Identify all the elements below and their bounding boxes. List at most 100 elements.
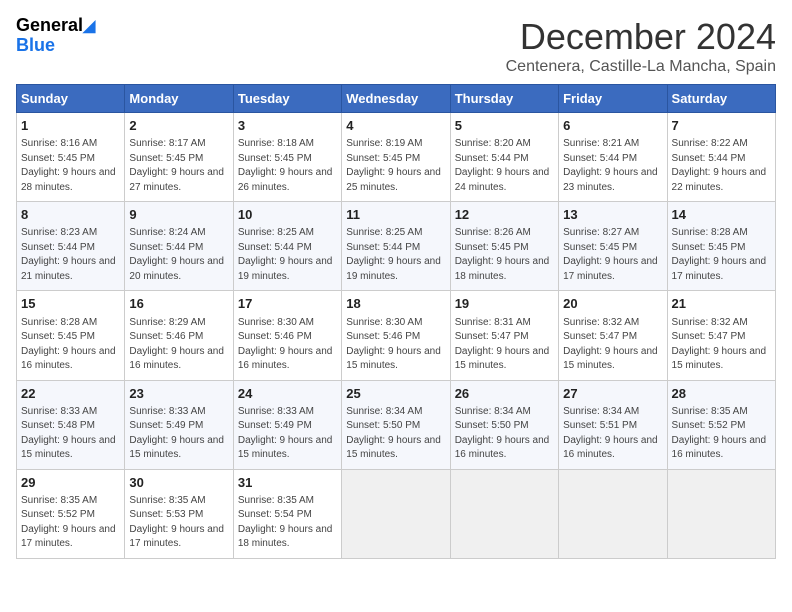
calendar-day-cell: 2 Sunrise: 8:17 AMSunset: 5:45 PMDaylight… — [125, 113, 233, 202]
day-number: 3 — [238, 117, 337, 135]
day-number: 31 — [238, 474, 337, 492]
month-title: December 2024 — [506, 16, 776, 58]
day-number: 20 — [563, 295, 662, 313]
calendar-week-row: 8 Sunrise: 8:23 AMSunset: 5:44 PMDaylight… — [17, 202, 776, 291]
calendar-day-cell — [559, 469, 667, 558]
day-info: Sunrise: 8:16 AMSunset: 5:45 PMDaylight:… — [21, 137, 120, 195]
day-info: Sunrise: 8:29 AMSunset: 5:46 PMDaylight:… — [129, 316, 228, 374]
day-number: 6 — [563, 117, 662, 135]
day-number: 12 — [455, 206, 554, 224]
calendar-table: SundayMondayTuesdayWednesdayThursdayFrid… — [16, 84, 776, 559]
calendar-week-row: 22Sunrise: 8:33 AMSunset: 5:48 PMDayligh… — [17, 380, 776, 469]
calendar-day-cell: 15Sunrise: 8:28 AMSunset: 5:45 PMDayligh… — [17, 291, 125, 380]
day-info: Sunrise: 8:30 AMSunset: 5:46 PMDaylight:… — [346, 316, 445, 374]
logo: General◢ Blue — [16, 16, 95, 56]
calendar-day-cell: 23Sunrise: 8:33 AMSunset: 5:49 PMDayligh… — [125, 380, 233, 469]
day-number: 4 — [346, 117, 445, 135]
day-number: 11 — [346, 206, 445, 224]
day-info: Sunrise: 8:35 AMSunset: 5:54 PMDaylight:… — [238, 494, 337, 552]
weekday-header: Sunday — [17, 85, 125, 113]
day-info: Sunrise: 8:24 AMSunset: 5:44 PMDaylight:… — [129, 226, 228, 284]
day-number: 9 — [129, 206, 228, 224]
title-section: December 2024 Centenera, Castille-La Man… — [506, 16, 776, 76]
day-info: Sunrise: 8:33 AMSunset: 5:49 PMDaylight:… — [129, 405, 228, 463]
calendar-day-cell: 21 Sunrise: 8:32 AMSunset: 5:47 PMDayligh… — [667, 291, 775, 380]
day-number: 26 — [455, 385, 554, 403]
header: General◢ Blue December 2024 Centenera, C… — [16, 16, 776, 76]
day-number: 2 — [129, 117, 228, 135]
calendar-day-cell: 20 Sunrise: 8:32 AMSunset: 5:47 PMDayligh… — [559, 291, 667, 380]
day-number: 18 — [346, 295, 445, 313]
calendar-day-cell: 27 Sunrise: 8:34 AMSunset: 5:51 PMDayligh… — [559, 380, 667, 469]
logo-general: General◢ — [16, 16, 95, 36]
weekday-header: Thursday — [450, 85, 558, 113]
day-number: 27 — [563, 385, 662, 403]
day-number: 16 — [129, 295, 228, 313]
calendar-day-cell: 4Sunrise: 8:19 AMSunset: 5:45 PMDaylight… — [342, 113, 450, 202]
day-info: Sunrise: 8:34 AMSunset: 5:50 PMDaylight:… — [455, 405, 554, 463]
calendar-day-cell: 11 Sunrise: 8:25 AMSunset: 5:44 PMDayligh… — [342, 202, 450, 291]
calendar-day-cell: 18 Sunrise: 8:30 AMSunset: 5:46 PMDayligh… — [342, 291, 450, 380]
day-info: Sunrise: 8:32 AMSunset: 5:47 PMDaylight:… — [563, 316, 662, 374]
day-number: 17 — [238, 295, 337, 313]
day-info: Sunrise: 8:35 AMSunset: 5:52 PMDaylight:… — [672, 405, 771, 463]
day-info: Sunrise: 8:20 AMSunset: 5:44 PMDaylight:… — [455, 137, 554, 195]
weekday-header: Monday — [125, 85, 233, 113]
day-info: Sunrise: 8:33 AMSunset: 5:49 PMDaylight:… — [238, 405, 337, 463]
weekday-header: Friday — [559, 85, 667, 113]
calendar-day-cell: 25 Sunrise: 8:34 AMSunset: 5:50 PMDayligh… — [342, 380, 450, 469]
calendar-day-cell: 22Sunrise: 8:33 AMSunset: 5:48 PMDayligh… — [17, 380, 125, 469]
day-info: Sunrise: 8:17 AMSunset: 5:45 PMDaylight:… — [129, 137, 228, 195]
day-info: Sunrise: 8:22 AMSunset: 5:44 PMDaylight:… — [672, 137, 771, 195]
calendar-body: 1 Sunrise: 8:16 AMSunset: 5:45 PMDaylight… — [17, 113, 776, 559]
calendar-day-cell: 30 Sunrise: 8:35 AMSunset: 5:53 PMDayligh… — [125, 469, 233, 558]
calendar-day-cell: 5 Sunrise: 8:20 AMSunset: 5:44 PMDaylight… — [450, 113, 558, 202]
calendar-day-cell: 29Sunrise: 8:35 AMSunset: 5:52 PMDayligh… — [17, 469, 125, 558]
day-number: 1 — [21, 117, 120, 135]
weekday-header: Tuesday — [233, 85, 341, 113]
day-info: Sunrise: 8:35 AMSunset: 5:53 PMDaylight:… — [129, 494, 228, 552]
day-info: Sunrise: 8:34 AMSunset: 5:51 PMDaylight:… — [563, 405, 662, 463]
day-info: Sunrise: 8:28 AMSunset: 5:45 PMDaylight:… — [672, 226, 771, 284]
calendar-day-cell: 13 Sunrise: 8:27 AMSunset: 5:45 PMDayligh… — [559, 202, 667, 291]
day-number: 24 — [238, 385, 337, 403]
calendar-day-cell — [342, 469, 450, 558]
logo-blue: Blue — [16, 36, 95, 56]
weekday-header: Saturday — [667, 85, 775, 113]
day-info: Sunrise: 8:21 AMSunset: 5:44 PMDaylight:… — [563, 137, 662, 195]
calendar-day-cell — [667, 469, 775, 558]
day-number: 14 — [672, 206, 771, 224]
location-title: Centenera, Castille-La Mancha, Spain — [506, 58, 776, 76]
day-number: 22 — [21, 385, 120, 403]
calendar-day-cell: 1 Sunrise: 8:16 AMSunset: 5:45 PMDaylight… — [17, 113, 125, 202]
calendar-day-cell — [450, 469, 558, 558]
day-number: 25 — [346, 385, 445, 403]
day-number: 21 — [672, 295, 771, 313]
calendar-day-cell: 16 Sunrise: 8:29 AMSunset: 5:46 PMDayligh… — [125, 291, 233, 380]
calendar-day-cell: 14 Sunrise: 8:28 AMSunset: 5:45 PMDayligh… — [667, 202, 775, 291]
day-info: Sunrise: 8:23 AMSunset: 5:44 PMDaylight:… — [21, 226, 120, 284]
day-number: 10 — [238, 206, 337, 224]
weekday-row: SundayMondayTuesdayWednesdayThursdayFrid… — [17, 85, 776, 113]
calendar-day-cell: 10 Sunrise: 8:25 AMSunset: 5:44 PMDayligh… — [233, 202, 341, 291]
day-info: Sunrise: 8:27 AMSunset: 5:45 PMDaylight:… — [563, 226, 662, 284]
day-number: 13 — [563, 206, 662, 224]
day-info: Sunrise: 8:25 AMSunset: 5:44 PMDaylight:… — [238, 226, 337, 284]
day-info: Sunrise: 8:32 AMSunset: 5:47 PMDaylight:… — [672, 316, 771, 374]
day-number: 28 — [672, 385, 771, 403]
day-info: Sunrise: 8:35 AMSunset: 5:52 PMDaylight:… — [21, 494, 120, 552]
calendar-day-cell: 9 Sunrise: 8:24 AMSunset: 5:44 PMDaylight… — [125, 202, 233, 291]
calendar-week-row: 15Sunrise: 8:28 AMSunset: 5:45 PMDayligh… — [17, 291, 776, 380]
day-number: 5 — [455, 117, 554, 135]
day-number: 8 — [21, 206, 120, 224]
day-number: 7 — [672, 117, 771, 135]
calendar-week-row: 29Sunrise: 8:35 AMSunset: 5:52 PMDayligh… — [17, 469, 776, 558]
day-info: Sunrise: 8:25 AMSunset: 5:44 PMDaylight:… — [346, 226, 445, 284]
day-info: Sunrise: 8:31 AMSunset: 5:47 PMDaylight:… — [455, 316, 554, 374]
day-info: Sunrise: 8:34 AMSunset: 5:50 PMDaylight:… — [346, 405, 445, 463]
day-number: 30 — [129, 474, 228, 492]
day-number: 19 — [455, 295, 554, 313]
calendar-day-cell: 24 Sunrise: 8:33 AMSunset: 5:49 PMDayligh… — [233, 380, 341, 469]
calendar-day-cell: 28 Sunrise: 8:35 AMSunset: 5:52 PMDayligh… — [667, 380, 775, 469]
calendar-day-cell: 19 Sunrise: 8:31 AMSunset: 5:47 PMDayligh… — [450, 291, 558, 380]
